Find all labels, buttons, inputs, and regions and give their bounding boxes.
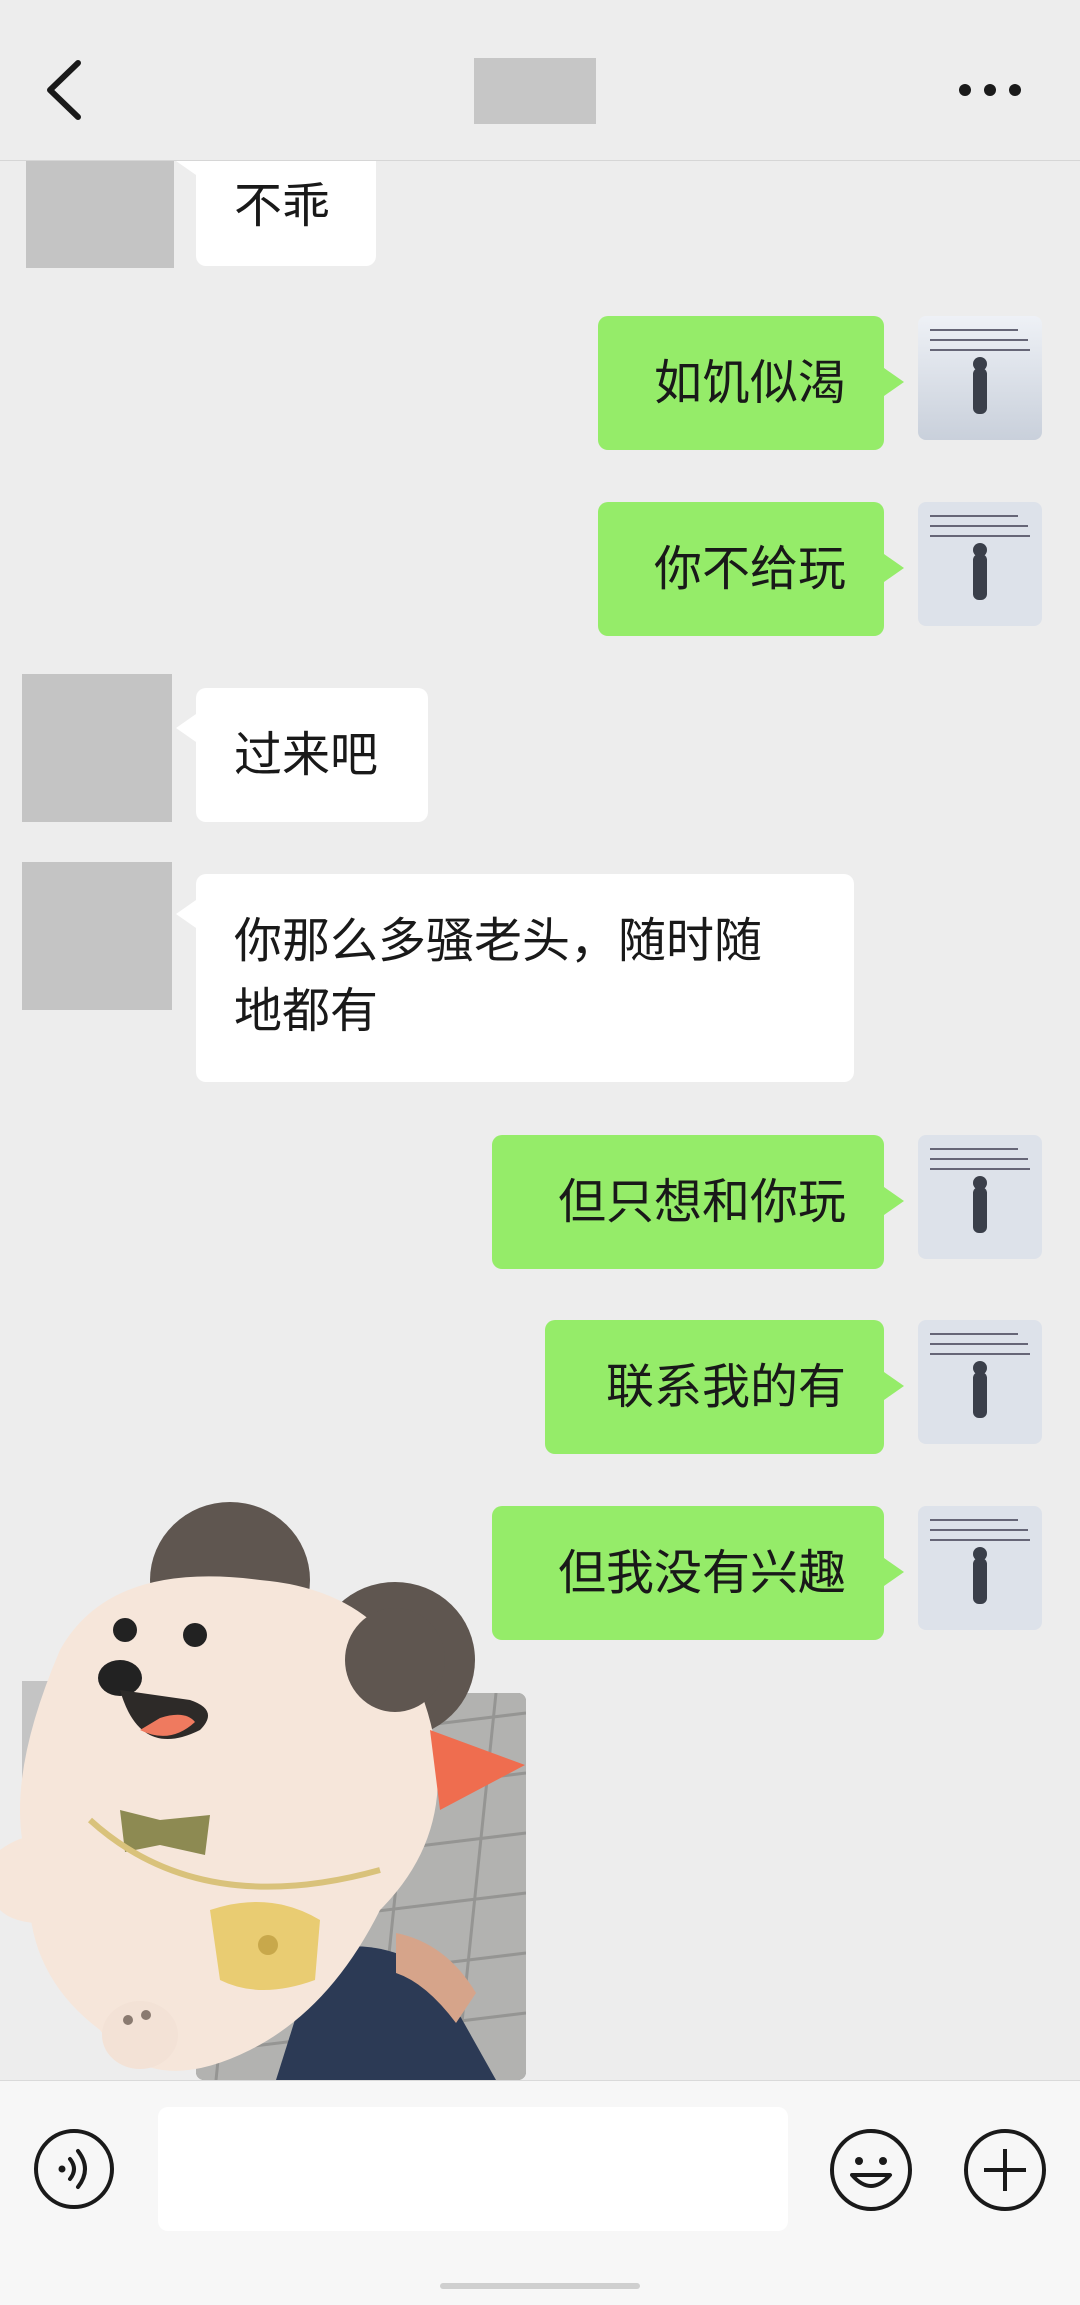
message-bubble-outgoing[interactable]: 但我没有兴趣	[492, 1506, 904, 1640]
emoji-icon[interactable]	[828, 2127, 914, 2213]
voice-icon[interactable]	[32, 2127, 116, 2211]
my-avatar[interactable]	[918, 316, 1042, 440]
more-dots-icon[interactable]	[955, 70, 1025, 110]
input-toolbar	[0, 2080, 1080, 2305]
back-arrow-icon[interactable]	[40, 55, 90, 125]
snow-figure-avatar-image	[918, 316, 1042, 440]
message-text-line: 地都有	[234, 983, 379, 1039]
message-bubble-outgoing[interactable]: 联系我的有	[545, 1320, 904, 1454]
home-indicator	[440, 2283, 640, 2289]
message-bubble-outgoing[interactable]: 如饥似渴	[598, 316, 904, 450]
snow-figure-avatar-image	[918, 1320, 1042, 1444]
message-bubble-incoming[interactable]: 不乖	[176, 161, 376, 266]
message-text: 如饥似渴	[653, 355, 846, 411]
snow-figure-avatar-image	[918, 1506, 1042, 1630]
chat-header	[0, 0, 1080, 161]
message-text: 但只想和你玩	[557, 1174, 846, 1230]
message-text: 但我没有兴趣	[557, 1545, 846, 1601]
message-text: 过来吧	[234, 727, 379, 783]
message-input[interactable]	[158, 2107, 788, 2231]
my-avatar[interactable]	[918, 1506, 1042, 1630]
plus-icon[interactable]	[962, 2127, 1048, 2213]
my-avatar[interactable]	[918, 1135, 1042, 1259]
contact-avatar-redacted[interactable]	[22, 674, 172, 822]
message-text: 联系我的有	[605, 1359, 846, 1415]
snow-figure-avatar-image	[918, 502, 1042, 626]
message-bubble-outgoing[interactable]: 但只想和你玩	[492, 1135, 904, 1269]
dog-sticker-overlay	[0, 1502, 525, 2071]
message-bubble-incoming[interactable]: 你那么多骚老头，随时随 地都有	[176, 874, 854, 1082]
contact-avatar-redacted[interactable]	[22, 862, 172, 1010]
message-text: 不乖	[234, 178, 331, 234]
message-text: 你不给玩	[653, 541, 846, 597]
my-avatar[interactable]	[918, 1320, 1042, 1444]
contact-avatar-redacted[interactable]	[26, 161, 174, 268]
my-avatar[interactable]	[918, 502, 1042, 626]
message-text-line: 你那么多骚老头，随时随	[234, 913, 763, 969]
contact-name-redacted	[474, 58, 596, 124]
message-bubble-incoming[interactable]: 过来吧	[176, 688, 428, 822]
snow-figure-avatar-image	[918, 1135, 1042, 1259]
message-bubble-outgoing[interactable]: 你不给玩	[598, 502, 904, 636]
